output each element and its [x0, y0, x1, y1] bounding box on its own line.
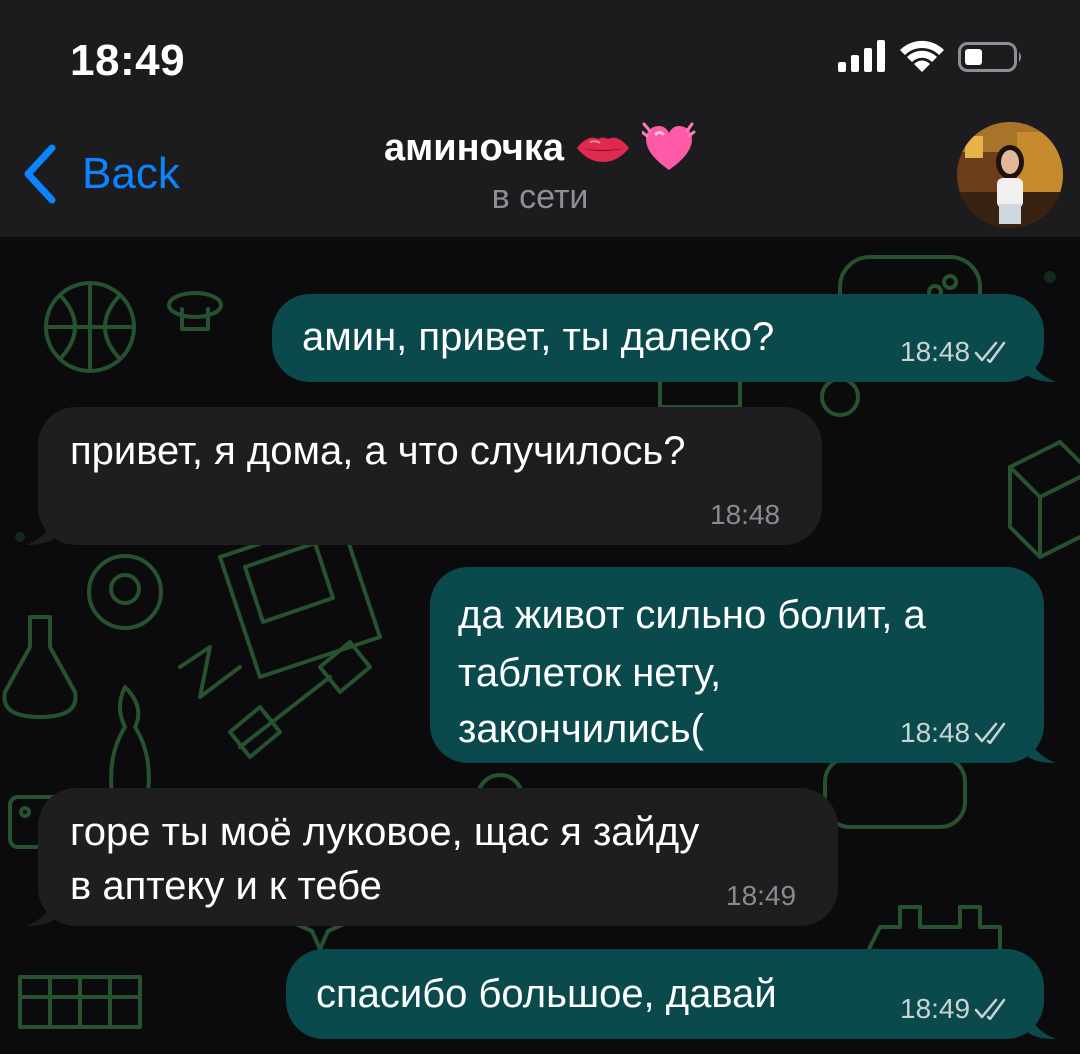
- message-meta: 18:48: [900, 717, 1010, 749]
- chat-title[interactable]: аминочка в сети: [260, 122, 820, 217]
- message-time: 18:49: [726, 880, 797, 911]
- chat-area[interactable]: амин, привет, ты далеко? 18:48 привет, я…: [0, 237, 1080, 1054]
- status-time: 18:49: [70, 36, 186, 85]
- back-button[interactable]: Back: [20, 144, 180, 204]
- message-meta: 18:49: [900, 993, 1010, 1025]
- growing-heart-emoji-icon: [642, 122, 696, 170]
- message-time: 18:49: [900, 993, 971, 1024]
- back-label: Back: [82, 149, 180, 198]
- bubble-tail: [1026, 1009, 1056, 1039]
- message-bubble-outgoing[interactable]: амин, привет, ты далеко? 18:48: [272, 294, 1056, 382]
- chat-name: аминочка: [383, 126, 565, 169]
- bubble-tail: [1026, 733, 1056, 763]
- bubble-tail: [26, 515, 56, 545]
- status-bar: 18:49: [0, 0, 1080, 110]
- message-time: 18:48: [710, 499, 781, 530]
- chat-status: в сети: [491, 178, 589, 216]
- chevron-left-icon: [24, 144, 56, 204]
- chat-header: Back аминочка в сети: [0, 110, 1080, 237]
- message-text-line: горе ты моё луковое, щас я зайду: [70, 810, 700, 854]
- lips-emoji-icon: [577, 137, 630, 162]
- message-text-line: да живот сильно болит, а: [458, 593, 926, 637]
- bubble-tail: [26, 896, 56, 926]
- cellular-signal-icon: [838, 40, 885, 72]
- wifi-icon: [900, 40, 944, 72]
- message-bubble-outgoing[interactable]: спасибо большое, давай 18:49: [286, 949, 1056, 1039]
- message-text: спасибо большое, давай: [316, 972, 777, 1016]
- avatar[interactable]: [957, 122, 1063, 228]
- battery-icon: [958, 42, 1021, 72]
- message-time: 18:48: [900, 717, 971, 748]
- message-meta: 18:48: [900, 336, 1010, 368]
- message-text-line: таблеток нету,: [458, 651, 722, 695]
- message-bubble-outgoing[interactable]: да живот сильно болит, а таблеток нету, …: [430, 567, 1056, 763]
- double-check-icon: [974, 722, 1006, 744]
- message-text-line: закончились(: [458, 707, 704, 751]
- message-text-line: в аптеку и к тебе: [70, 864, 382, 908]
- message-text: амин, привет, ты далеко?: [302, 315, 775, 359]
- message-text: привет, я дома, а что случилось?: [70, 429, 686, 473]
- message-meta: 18:48: [710, 499, 780, 531]
- message-meta: 18:49: [726, 880, 796, 912]
- bubble-tail: [1026, 352, 1056, 382]
- message-time: 18:48: [900, 336, 971, 367]
- double-check-icon: [974, 341, 1006, 363]
- double-check-icon: [974, 998, 1006, 1020]
- message-bubble-incoming[interactable]: привет, я дома, а что случилось? 18:48: [26, 407, 822, 545]
- message-bubble-incoming[interactable]: горе ты моё луковое, щас я зайду в аптек…: [26, 788, 838, 926]
